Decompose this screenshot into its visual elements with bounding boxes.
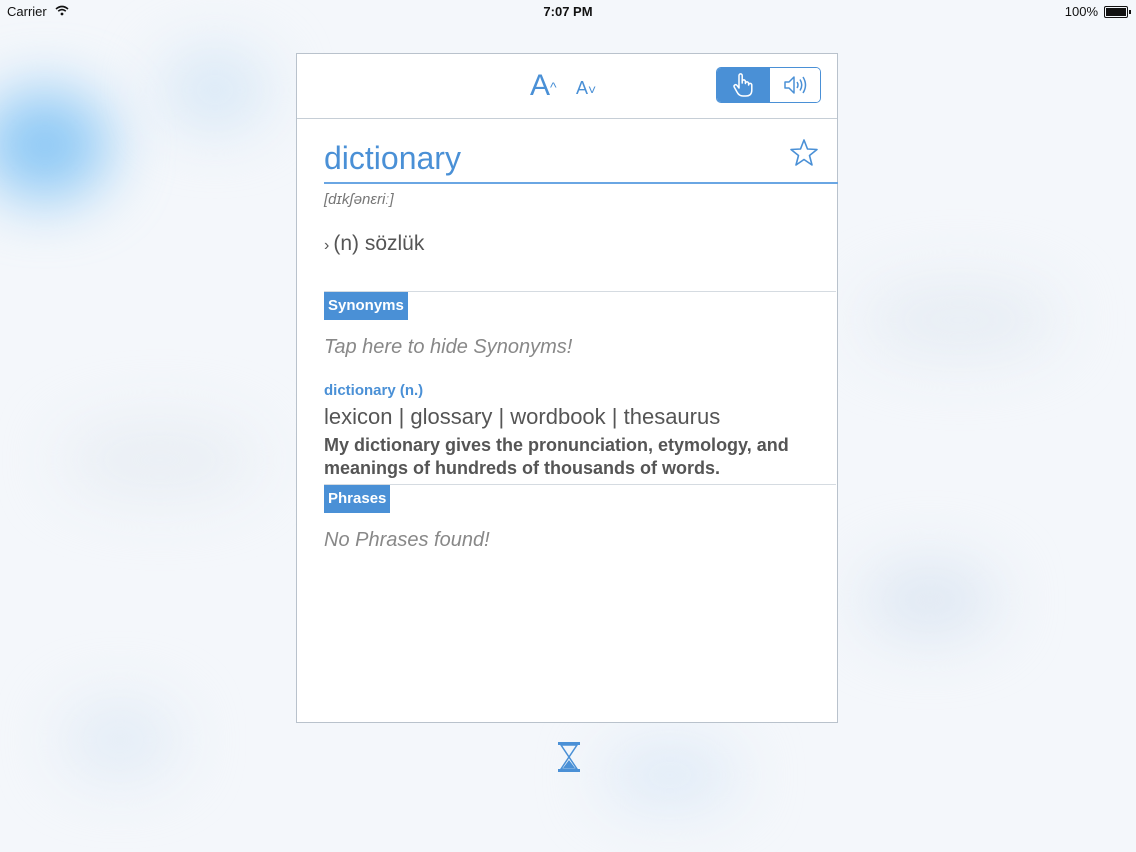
favorite-button[interactable] <box>789 138 819 173</box>
increase-font-button[interactable]: A^ <box>530 68 557 104</box>
background-blur <box>0 90 110 200</box>
caret-up-icon: ^ <box>550 79 557 96</box>
translation-item[interactable]: › (n) sözlük <box>324 232 424 256</box>
synonym-heading: dictionary (n.) <box>324 382 424 399</box>
phonetic-text: [dɪkʃənɛriː] <box>324 191 394 208</box>
battery-icon <box>1104 6 1131 18</box>
star-icon <box>790 139 818 166</box>
touch-mode-button[interactable] <box>717 68 769 102</box>
background-blur <box>160 50 270 130</box>
status-bar: Carrier 7:07 PM 100% <box>0 0 1136 24</box>
hourglass-icon <box>557 741 581 778</box>
background-blur <box>860 280 1060 360</box>
increase-font-label: A <box>530 69 551 102</box>
phrases-label: Phrases <box>324 485 391 513</box>
caret-down-icon: ˅ <box>588 81 597 98</box>
synonyms-toggle-hint[interactable]: Tap here to hide Synonyms! <box>324 336 572 359</box>
speaker-mode-button[interactable] <box>769 68 820 102</box>
synonyms-label: Synonyms <box>324 292 408 320</box>
entry-word: dictionary <box>324 140 461 176</box>
background-blur <box>600 740 740 810</box>
decrease-font-button[interactable]: A˅ <box>576 76 596 101</box>
background-blur <box>60 700 180 780</box>
hand-pointer-icon <box>733 73 753 97</box>
decrease-font-label: A <box>576 78 589 98</box>
dictionary-card: A^ A˅ dictionary [dɪkʃənɛriː] › (n) sözl… <box>296 53 838 723</box>
word-underline <box>324 182 838 184</box>
translation-text: (n) sözlük <box>333 232 425 255</box>
phrases-empty-text: No Phrases found! <box>324 529 490 551</box>
card-toolbar: A^ A˅ <box>297 54 837 119</box>
synonym-list: lexicon | glossary | wordbook | thesauru… <box>324 404 721 429</box>
background-blur <box>60 420 260 500</box>
chevron-right-icon: › <box>324 237 330 254</box>
mode-segmented-control <box>716 67 821 103</box>
section-divider <box>324 484 836 485</box>
battery-percent: 100% <box>1064 4 1098 19</box>
status-time: 7:07 PM <box>543 4 593 19</box>
background-blur <box>860 560 1000 640</box>
speaker-icon <box>784 76 807 94</box>
example-sentence: My dictionary gives the pronunciation, e… <box>324 435 789 478</box>
